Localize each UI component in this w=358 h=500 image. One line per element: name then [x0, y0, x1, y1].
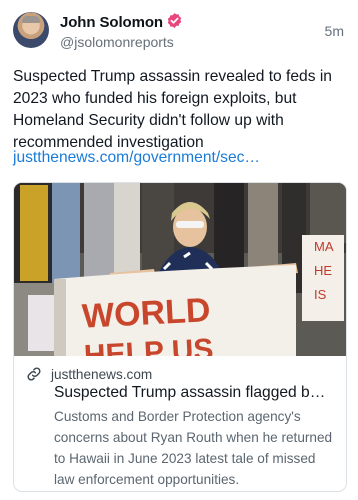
svg-text:MA: MA: [314, 239, 334, 254]
link-preview-title[interactable]: Suspected Trump assassin flagged b…: [54, 384, 339, 402]
author-handle[interactable]: @jsolomonreports: [60, 34, 174, 50]
post-timestamp[interactable]: 5m: [325, 23, 344, 39]
link-preview-body[interactable]: justthenews.com Suspected Trump assassin…: [14, 357, 346, 491]
link-icon: [27, 367, 41, 381]
author-name-row: John Solomon: [60, 12, 183, 31]
author-name[interactable]: John Solomon: [60, 14, 163, 31]
post[interactable]: John Solomon @jsolomonreports 5m Suspect…: [0, 0, 358, 500]
link-preview-image[interactable]: MA HE IS WORLD HELP US: [14, 183, 346, 356]
post-link[interactable]: justthenews.com/government/sec…: [13, 149, 260, 167]
svg-text:IS: IS: [314, 287, 327, 302]
svg-text:HE: HE: [314, 263, 332, 278]
link-preview-domain: justthenews.com: [51, 366, 153, 382]
post-text: Suspected Trump assassin revealed to fed…: [13, 68, 332, 151]
svg-text:WORLD: WORLD: [81, 291, 211, 336]
link-preview-card[interactable]: MA HE IS WORLD HELP US justthenews.com S…: [13, 182, 347, 492]
link-preview-description: Customs and Border Protection agency's c…: [54, 409, 333, 487]
avatar[interactable]: [13, 12, 49, 48]
verified-badge-icon: [167, 13, 182, 28]
link-preview-domain-row: justthenews.com: [26, 365, 152, 383]
